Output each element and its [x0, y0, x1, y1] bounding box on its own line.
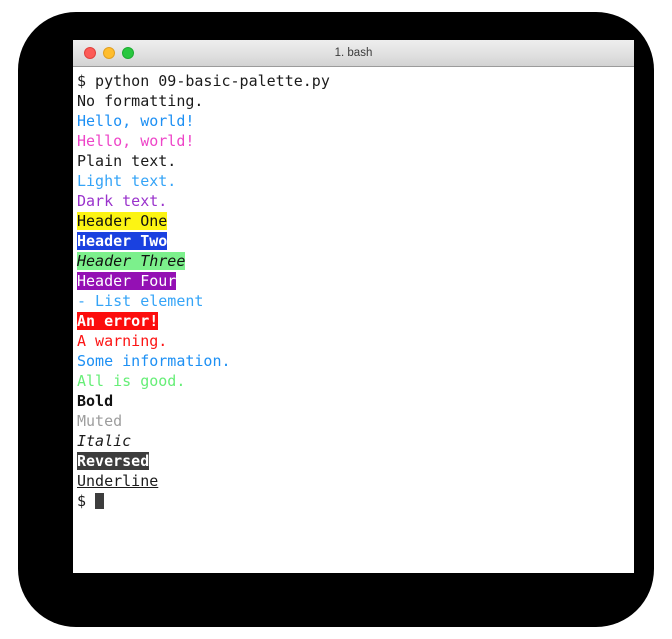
- terminal-output[interactable]: $ python 09-basic-palette.py No formattin…: [73, 67, 634, 573]
- terminal-line-text: Header Four: [77, 272, 177, 290]
- terminal-line-hello-info: Hello, world!: [77, 111, 634, 131]
- terminal-line-error: An error!: [77, 311, 634, 331]
- terminal-line-text: A warning.: [77, 332, 168, 350]
- terminal-line-text: Underline: [77, 472, 159, 490]
- terminal-window: 1. bash $ python 09-basic-palette.py No f…: [73, 40, 634, 573]
- window-title-bar[interactable]: 1. bash: [73, 40, 634, 67]
- prompt-symbol: $: [77, 492, 96, 510]
- terminal-line-text: No formatting.: [77, 92, 204, 110]
- terminal-line-no-format: No formatting.: [77, 91, 634, 111]
- terminal-line-header-one: Header One: [77, 211, 634, 231]
- terminal-line-list-element: - List element: [77, 291, 634, 311]
- terminal-line-text: Reversed: [77, 452, 150, 470]
- window-controls: [84, 47, 134, 59]
- terminal-line-light-text: Light text.: [77, 171, 634, 191]
- terminal-line-underline: Underline: [77, 471, 634, 491]
- maximize-button[interactable]: [122, 47, 134, 59]
- terminal-line-information: Some information.: [77, 351, 634, 371]
- terminal-line-text: Italic: [77, 432, 132, 450]
- device-frame: 1. bash $ python 09-basic-palette.py No f…: [18, 12, 654, 627]
- terminal-line-text: Bold: [77, 392, 114, 410]
- terminal-line-plain-text: Plain text.: [77, 151, 634, 171]
- terminal-prompt-line[interactable]: $: [77, 491, 634, 511]
- terminal-line-reversed: Reversed: [77, 451, 634, 471]
- terminal-line-text: All is good.: [77, 372, 186, 390]
- terminal-line-text: Hello, world!: [77, 112, 195, 130]
- terminal-line-text: Plain text.: [77, 152, 177, 170]
- terminal-line-header-three: Header Three: [77, 251, 634, 271]
- terminal-line-bold: Bold: [77, 391, 634, 411]
- terminal-line-text: Some information.: [77, 352, 231, 370]
- minimize-button[interactable]: [103, 47, 115, 59]
- terminal-line-text: $ python 09-basic-palette.py: [77, 72, 330, 90]
- terminal-line-header-four: Header Four: [77, 271, 634, 291]
- terminal-line-hello-magenta: Hello, world!: [77, 131, 634, 151]
- terminal-line-header-two: Header Two: [77, 231, 634, 251]
- terminal-line-warning: A warning.: [77, 331, 634, 351]
- terminal-line-dark-text: Dark text.: [77, 191, 634, 211]
- window-title: 1. bash: [334, 47, 373, 59]
- terminal-line-italic: Italic: [77, 431, 634, 451]
- terminal-line-text: - List element: [77, 292, 204, 310]
- terminal-line-text: Header Two: [77, 232, 168, 250]
- terminal-line-text: Muted: [77, 412, 123, 430]
- terminal-line-text: Hello, world!: [77, 132, 195, 150]
- terminal-line-text: Header Three: [77, 252, 186, 270]
- close-button[interactable]: [84, 47, 96, 59]
- terminal-line-muted: Muted: [77, 411, 634, 431]
- terminal-line-text: Dark text.: [77, 192, 168, 210]
- terminal-line-success: All is good.: [77, 371, 634, 391]
- terminal-line-text: An error!: [77, 312, 159, 330]
- text-cursor: [95, 493, 105, 509]
- terminal-line-text: Header One: [77, 212, 168, 230]
- terminal-line-cmd: $ python 09-basic-palette.py: [77, 71, 634, 91]
- terminal-line-text: Light text.: [77, 172, 177, 190]
